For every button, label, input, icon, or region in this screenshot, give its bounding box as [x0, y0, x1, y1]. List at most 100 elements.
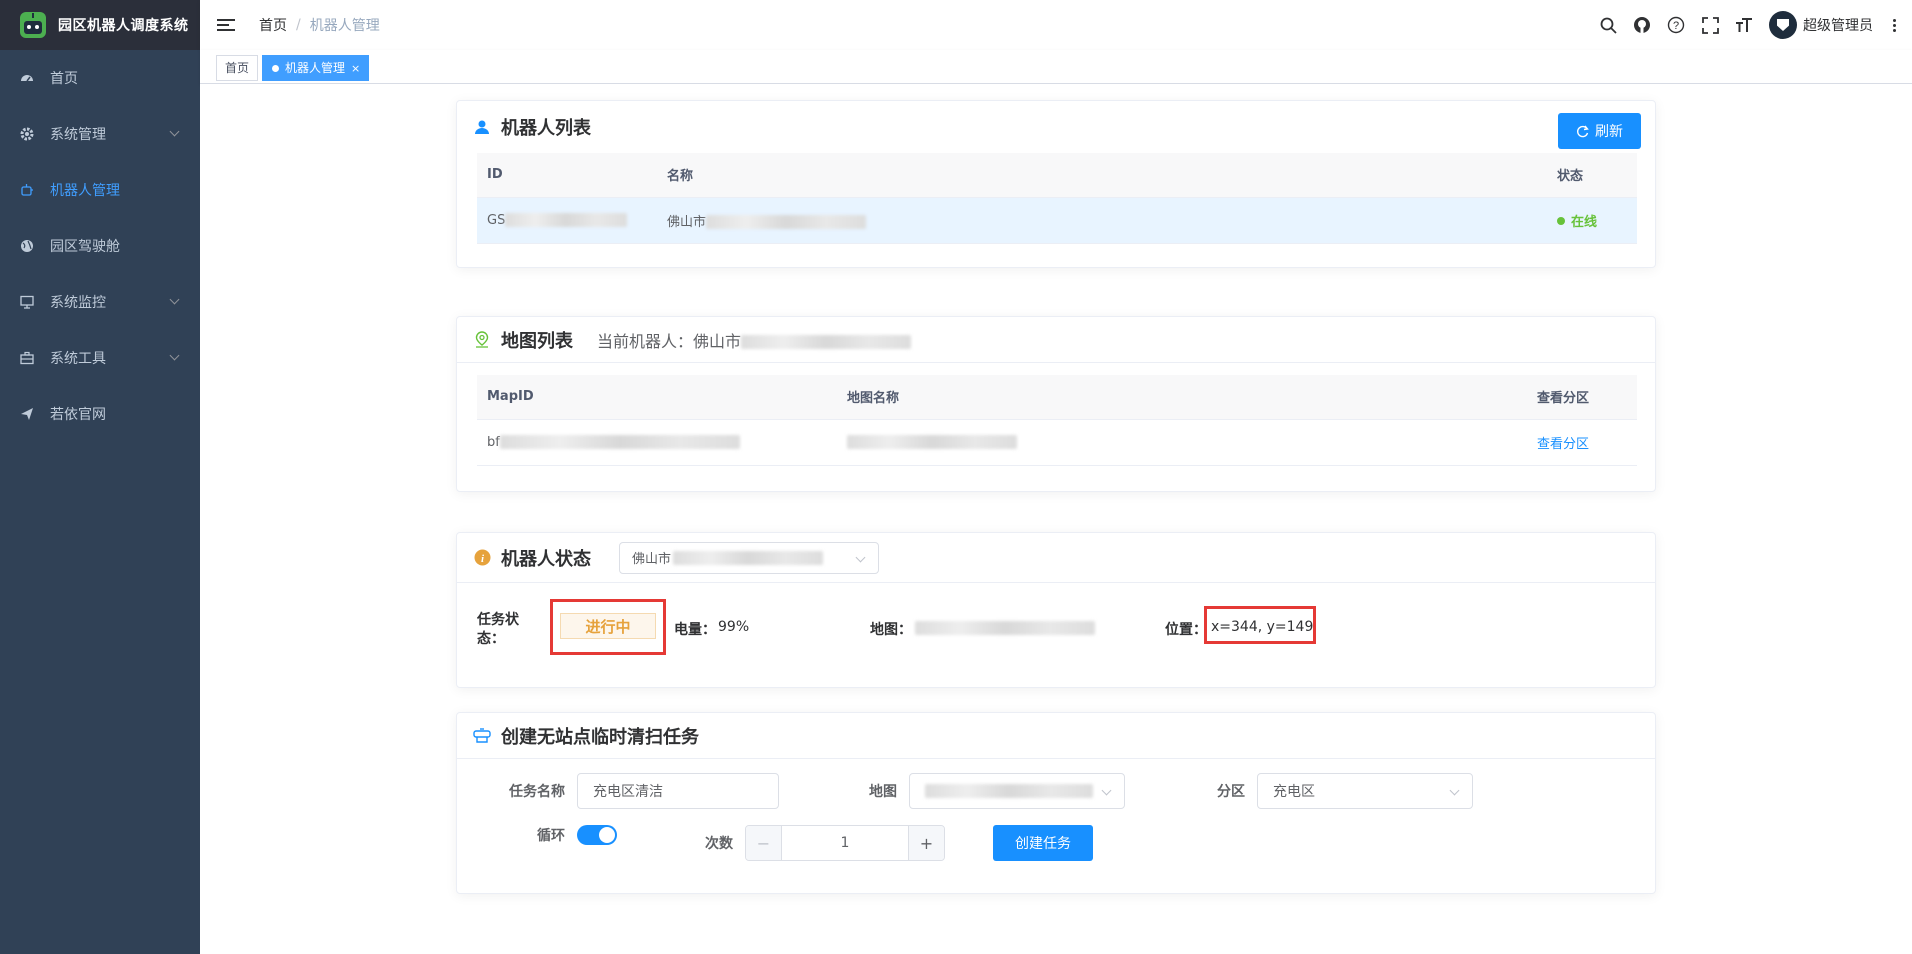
hamburger-menu-icon[interactable] [217, 16, 235, 34]
task-status-badge: 进行中 [560, 613, 656, 639]
zone-select[interactable]: 充电区 [1257, 773, 1473, 809]
column-header[interactable]: 查看分区 [1527, 375, 1637, 420]
refresh-button[interactable]: 刷新 [1558, 113, 1641, 149]
loop-label: 循环 [537, 828, 565, 844]
zone-select-value: 充电区 [1273, 784, 1315, 800]
card-title: 创建无站点临时清扫任务 [501, 726, 699, 748]
decrement-button[interactable]: − [746, 826, 782, 860]
view-zones-link[interactable]: 查看分区 [1537, 437, 1589, 452]
card-header: 机器人列表 刷新 [457, 101, 1655, 153]
globe-icon [20, 239, 34, 253]
sidebar-item-tools[interactable]: 系统工具 [0, 330, 200, 386]
loop-field: 循环 [457, 825, 617, 845]
map-select[interactable] [909, 773, 1125, 809]
create-task-button[interactable]: 创建任务 [993, 825, 1093, 861]
robot-id-cell: GS [477, 197, 657, 244]
tags-view: 首页 机器人管理 × [200, 50, 1912, 84]
tag-home[interactable]: 首页 [216, 55, 259, 81]
sidebar-menu: 首页 系统管理 机器人管理 园区驾驶舱 系统监控 系统工具 若依官网 [0, 50, 200, 442]
sidebar-item-monitor[interactable]: 系统监控 [0, 274, 200, 330]
avatar [1769, 11, 1797, 39]
user-icon [473, 118, 491, 136]
task-name-label: 任务名称 [509, 784, 565, 800]
map-field-label: 地图 [869, 784, 897, 800]
loop-switch[interactable] [577, 825, 617, 845]
column-header[interactable]: MapID [477, 375, 837, 420]
sidebar-item-label: 系统管理 [50, 127, 106, 143]
send-icon [20, 407, 34, 421]
robot-name: 佛山市 [667, 214, 707, 230]
chevron-down-icon [1449, 785, 1460, 796]
column-header[interactable]: ID [477, 153, 657, 198]
user-menu[interactable]: 超级管理员 [1769, 11, 1873, 39]
sidebar-item-label: 园区驾驶舱 [50, 239, 120, 255]
tag-label: 机器人管理 [285, 61, 346, 75]
map-id: bf [487, 434, 500, 450]
sidebar-item-home[interactable]: 首页 [0, 50, 200, 106]
redacted-text [499, 435, 740, 449]
table-row[interactable]: bf 查看分区 [477, 419, 1637, 466]
task-name-field: 任务名称 充电区清洁 [457, 773, 779, 809]
redacted-text [505, 213, 628, 227]
robot-select[interactable]: 佛山市 [619, 541, 879, 574]
chevron-down-icon [855, 552, 866, 562]
card-header: 地图列表 当前机器人：佛山市 [457, 317, 1655, 363]
column-header[interactable]: 地图名称 [837, 375, 1527, 420]
column-header[interactable]: 名称 [657, 153, 1547, 198]
fullscreen-icon[interactable] [1701, 16, 1719, 34]
robot-id: GS [487, 212, 506, 228]
map-field: 地图 [817, 773, 1125, 809]
search-icon[interactable] [1599, 16, 1617, 34]
chevron-down-icon [169, 294, 180, 305]
card-title: 机器人状态 [501, 548, 591, 570]
status-badge: 在线 [1557, 215, 1597, 230]
gear-icon [20, 127, 34, 141]
robot-name-cell: 佛山市 [657, 197, 1547, 244]
current-robot-label: 当前机器人：佛山市 [597, 328, 912, 352]
map-id-cell: bf [477, 419, 837, 466]
github-icon[interactable] [1633, 16, 1651, 34]
redacted-text [915, 621, 1095, 635]
logo[interactable]: 园区机器人调度系统 [0, 0, 200, 50]
breadcrumb-home[interactable]: 首页 [259, 15, 287, 35]
sidebar-item-label: 系统工具 [50, 351, 106, 367]
app-title: 园区机器人调度系统 [58, 18, 189, 34]
monitor-icon [20, 295, 34, 309]
location-pin-icon [473, 330, 491, 349]
table-row[interactable]: GS 佛山市 在线 [477, 197, 1637, 244]
position-value: x=344, y=149 [1211, 619, 1314, 635]
robot-select-value: 佛山市 [632, 552, 672, 567]
sidebar-item-website[interactable]: 若依官网 [0, 386, 200, 442]
map-table: MapID 地图名称 查看分区 bf 查看分区 [477, 375, 1637, 466]
status-row: 任务状态： 进行中 电量： 99% 地图： 位置： x=344, y=149 [457, 583, 1655, 673]
help-icon[interactable]: ? [1667, 16, 1685, 34]
font-size-icon[interactable] [1735, 16, 1753, 34]
sidebar-item-robot[interactable]: 机器人管理 [0, 162, 200, 218]
map-action-cell: 查看分区 [1527, 419, 1637, 466]
robot-status-cell: 在线 [1547, 197, 1637, 244]
sidebar-item-system[interactable]: 系统管理 [0, 106, 200, 162]
position-label: 位置： [1165, 622, 1207, 638]
close-icon[interactable]: × [351, 62, 360, 75]
tag-robot-management[interactable]: 机器人管理 × [262, 55, 370, 81]
zone-field: 分区 充电区 [1165, 773, 1473, 809]
main-content: 机器人列表 刷新 ID 名称 状态 GS 佛山市 在线 地图列表 当前机器人：佛… [200, 84, 1912, 954]
card-header: i 机器人状态 佛山市 [457, 533, 1655, 583]
breadcrumb-current: 机器人管理 [309, 18, 380, 34]
refresh-icon [1577, 125, 1589, 137]
chevron-down-icon [169, 350, 180, 361]
task-name-input[interactable]: 充电区清洁 [577, 773, 779, 809]
more-vertical-icon[interactable] [1893, 18, 1896, 32]
sidebar-item-label: 若依官网 [50, 407, 106, 423]
sidebar-item-label: 首页 [50, 71, 78, 87]
increment-button[interactable]: + [908, 826, 944, 860]
breadcrumb: 首页 / 机器人管理 [259, 15, 380, 35]
count-input[interactable]: 1 [782, 826, 908, 860]
column-header[interactable]: 状态 [1547, 153, 1637, 198]
sidebar-item-cockpit[interactable]: 园区驾驶舱 [0, 218, 200, 274]
breadcrumb-separator: / [296, 17, 301, 33]
card-title: 机器人列表 [501, 118, 591, 139]
redacted-text [741, 335, 912, 349]
user-name: 超级管理员 [1803, 18, 1873, 34]
sidebar: 园区机器人调度系统 首页 系统管理 机器人管理 园区驾驶舱 系统监控 系统工具 … [0, 0, 200, 954]
